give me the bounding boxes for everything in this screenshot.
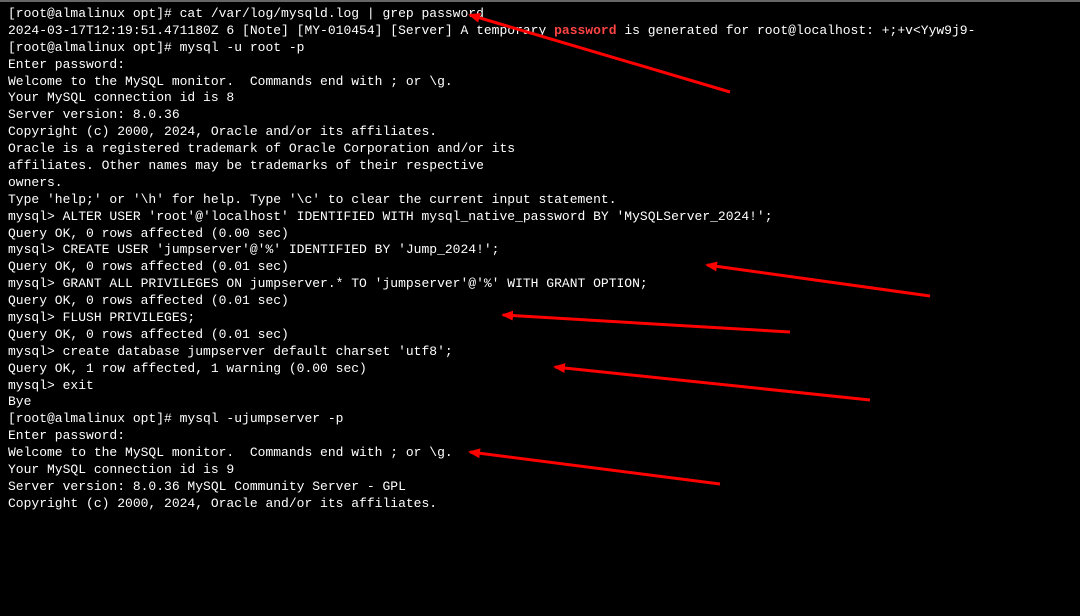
terminal-line: Bye bbox=[8, 394, 1072, 411]
terminal-line: Welcome to the MySQL monitor. Commands e… bbox=[8, 445, 1072, 462]
terminal-line: [root@almalinux opt]# mysql -ujumpserver… bbox=[8, 411, 1072, 428]
terminal-line: mysql> CREATE USER 'jumpserver'@'%' IDEN… bbox=[8, 242, 1072, 259]
terminal-line: Query OK, 1 row affected, 1 warning (0.0… bbox=[8, 361, 1072, 378]
terminal-line: [root@almalinux opt]# cat /var/log/mysql… bbox=[8, 6, 1072, 23]
terminal-line: mysql> ALTER USER 'root'@'localhost' IDE… bbox=[8, 209, 1072, 226]
terminal-line: Type 'help;' or '\h' for help. Type '\c'… bbox=[8, 192, 1072, 209]
terminal-line: mysql> GRANT ALL PRIVILEGES ON jumpserve… bbox=[8, 276, 1072, 293]
terminal-line: Query OK, 0 rows affected (0.00 sec) bbox=[8, 226, 1072, 243]
terminal-line: mysql> exit bbox=[8, 378, 1072, 395]
terminal-line: Server version: 8.0.36 bbox=[8, 107, 1072, 124]
terminal-line: Enter password: bbox=[8, 428, 1072, 445]
terminal-line: mysql> FLUSH PRIVILEGES; bbox=[8, 310, 1072, 327]
terminal-line: Your MySQL connection id is 8 bbox=[8, 90, 1072, 107]
terminal-line: Query OK, 0 rows affected (0.01 sec) bbox=[8, 327, 1072, 344]
terminal-line: Query OK, 0 rows affected (0.01 sec) bbox=[8, 293, 1072, 310]
terminal-line: Enter password: bbox=[8, 57, 1072, 74]
terminal-line: Oracle is a registered trademark of Orac… bbox=[8, 141, 1072, 158]
terminal-line: Welcome to the MySQL monitor. Commands e… bbox=[8, 74, 1072, 91]
terminal-line: [root@almalinux opt]# mysql -u root -p bbox=[8, 40, 1072, 57]
terminal-output[interactable]: [root@almalinux opt]# cat /var/log/mysql… bbox=[8, 6, 1072, 513]
terminal-line: mysql> create database jumpserver defaul… bbox=[8, 344, 1072, 361]
terminal-line: Server version: 8.0.36 MySQL Community S… bbox=[8, 479, 1072, 496]
terminal-line: Your MySQL connection id is 9 bbox=[8, 462, 1072, 479]
terminal-line: affiliates. Other names may be trademark… bbox=[8, 158, 1072, 175]
terminal-line: 2024-03-17T12:19:51.471180Z 6 [Note] [MY… bbox=[8, 23, 1072, 40]
terminal-line: owners. bbox=[8, 175, 1072, 192]
terminal-line: Copyright (c) 2000, 2024, Oracle and/or … bbox=[8, 496, 1072, 513]
terminal-line: Copyright (c) 2000, 2024, Oracle and/or … bbox=[8, 124, 1072, 141]
terminal-line: Query OK, 0 rows affected (0.01 sec) bbox=[8, 259, 1072, 276]
